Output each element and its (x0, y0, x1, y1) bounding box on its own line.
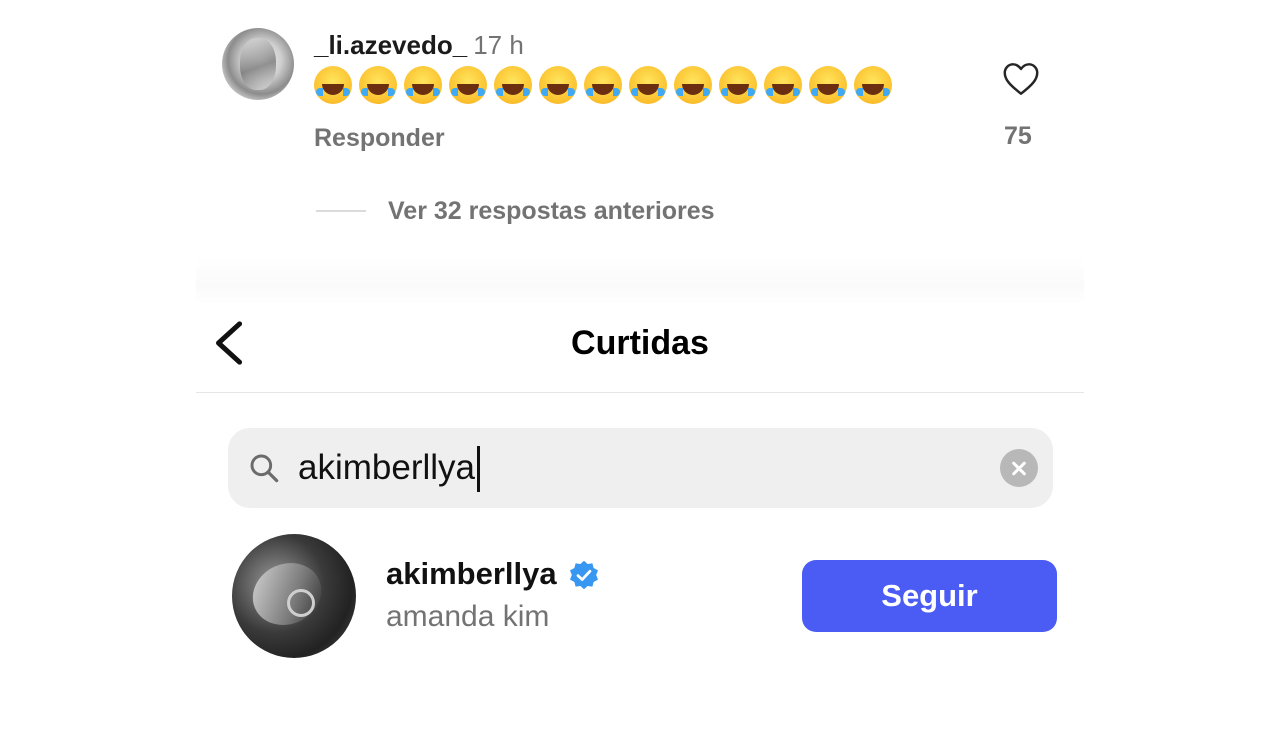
comment-header: _li.azevedo_ 17 h (314, 30, 524, 60)
page-title: Curtidas (571, 324, 709, 362)
view-replies-label[interactable]: Ver 32 respostas anteriores (388, 197, 715, 226)
tears-of-joy-emoji-icon (719, 66, 757, 104)
text-cursor (476, 446, 480, 492)
likes-sheet-header: Curtidas (196, 304, 1084, 393)
sheet-top-edge (196, 258, 1084, 304)
comment-text (314, 66, 892, 104)
tears-of-joy-emoji-icon (674, 66, 712, 104)
avatar[interactable] (232, 534, 356, 658)
commenter-username[interactable]: _li.azevedo_ (314, 30, 467, 60)
commenter-avatar[interactable] (222, 28, 294, 100)
result-full-name: amanda kim (386, 600, 550, 633)
view-previous-replies[interactable]: Ver 32 respostas anteriores (316, 196, 715, 226)
tears-of-joy-emoji-icon (359, 66, 397, 104)
search-field[interactable] (228, 428, 1053, 508)
verified-badge-icon (570, 560, 598, 590)
tears-of-joy-emoji-icon (539, 66, 577, 104)
list-item[interactable]: akimberllya amanda kim Seguir (232, 532, 1058, 660)
tears-of-joy-emoji-icon (584, 66, 622, 104)
comment-time: 17 h (473, 30, 524, 60)
tears-of-joy-emoji-icon (629, 66, 667, 104)
search-icon (250, 454, 279, 483)
tears-of-joy-emoji-icon (809, 66, 847, 104)
comment-like-count: 75 (1004, 122, 1032, 150)
clear-icon[interactable] (1000, 449, 1038, 487)
tears-of-joy-emoji-icon (494, 66, 532, 104)
tears-of-joy-emoji-icon (404, 66, 442, 104)
tears-of-joy-emoji-icon (449, 66, 487, 104)
result-username[interactable]: akimberllya (386, 556, 557, 592)
search-input[interactable] (298, 444, 978, 492)
comment-item: _li.azevedo_ 17 h Responder 75 (222, 26, 1052, 166)
tears-of-joy-emoji-icon (854, 66, 892, 104)
follow-button[interactable]: Seguir (802, 560, 1057, 632)
replies-divider (316, 210, 366, 212)
tears-of-joy-emoji-icon (764, 66, 802, 104)
heart-outline-icon[interactable] (1002, 62, 1040, 96)
tears-of-joy-emoji-icon (314, 66, 352, 104)
reply-button[interactable]: Responder (314, 124, 445, 153)
